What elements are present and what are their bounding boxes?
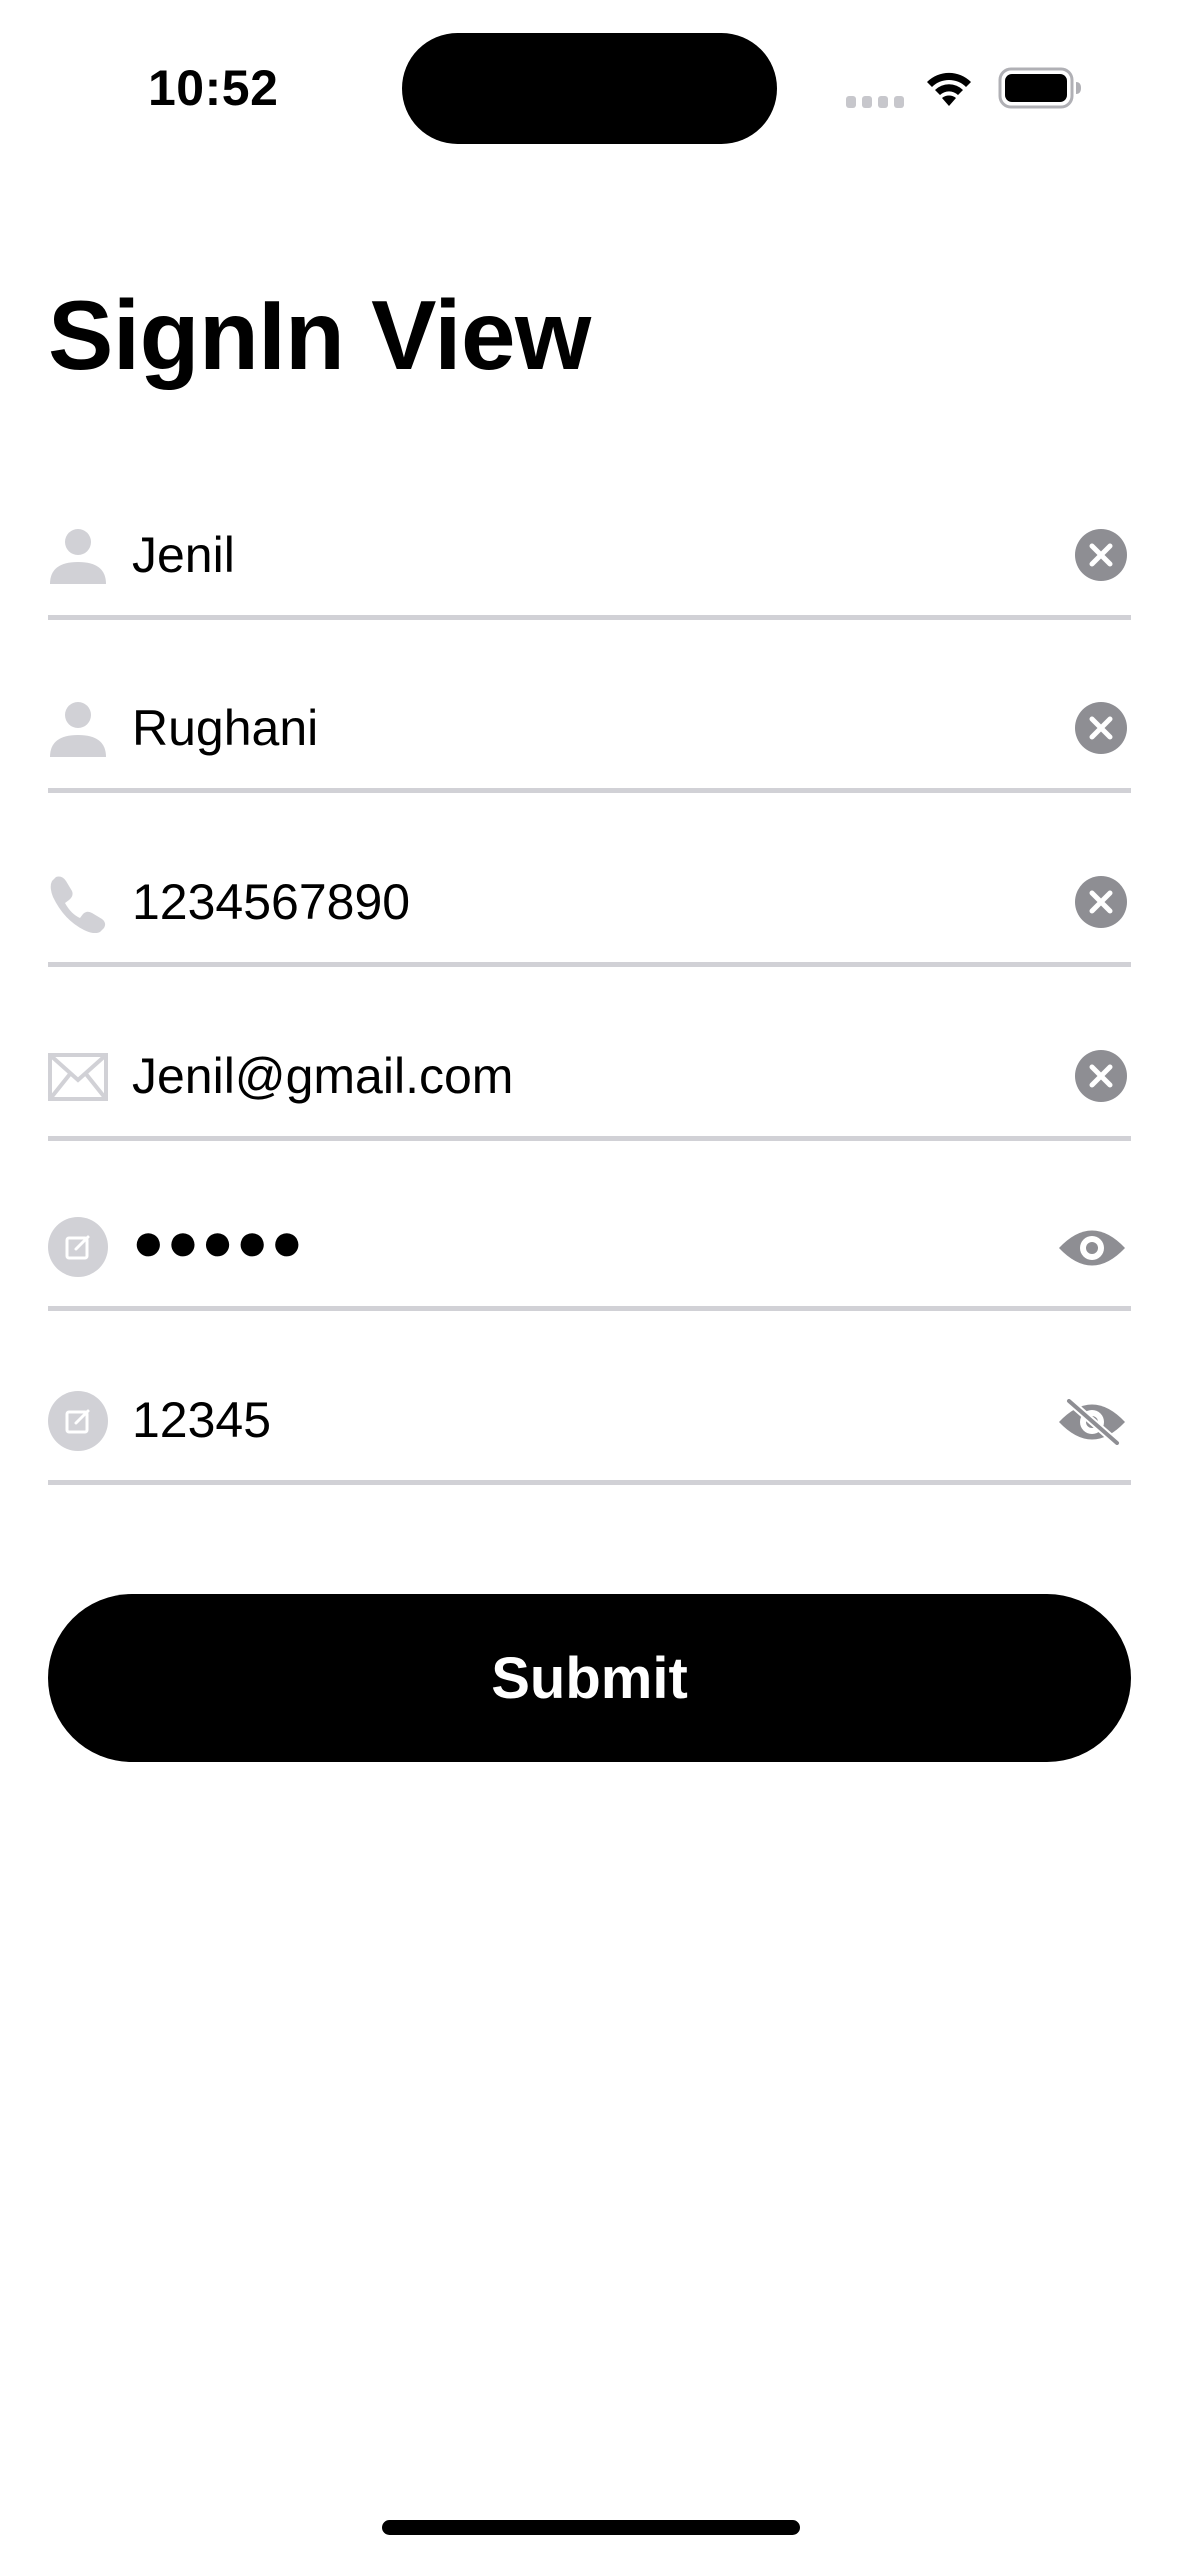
field-divider — [48, 1136, 1131, 1141]
envelope-icon — [48, 1053, 108, 1101]
clear-icon[interactable] — [1075, 1050, 1127, 1102]
edit-icon — [48, 1217, 108, 1277]
last-name-field[interactable]: Rughani — [48, 677, 1131, 793]
email-value[interactable]: Jenil@gmail.com — [132, 1045, 513, 1107]
wifi-icon — [927, 72, 971, 106]
clear-icon[interactable] — [1075, 876, 1127, 928]
field-divider — [48, 615, 1131, 620]
home-indicator[interactable] — [382, 2520, 800, 2535]
dynamic-island — [402, 33, 777, 144]
status-time: 10:52 — [148, 60, 279, 116]
password-field[interactable]: ●●●●● — [48, 1195, 1131, 1311]
field-divider — [48, 1480, 1131, 1485]
eye-slash-icon[interactable] — [1057, 1399, 1127, 1445]
last-name-value[interactable]: Rughani — [132, 697, 318, 759]
password-value[interactable]: ●●●●● — [132, 1211, 305, 1273]
battery-icon — [998, 67, 1081, 109]
first-name-field[interactable]: Jenil — [48, 504, 1131, 620]
edit-icon — [48, 1391, 108, 1451]
field-divider — [48, 962, 1131, 967]
phone-icon — [50, 876, 106, 933]
clear-icon[interactable] — [1075, 702, 1127, 754]
phone-field[interactable]: 1234567890 — [48, 851, 1131, 967]
confirm-password-value[interactable]: 12345 — [132, 1389, 271, 1451]
submit-button[interactable]: Submit — [48, 1594, 1131, 1762]
first-name-value[interactable]: Jenil — [132, 524, 235, 586]
email-field[interactable]: Jenil@gmail.com — [48, 1025, 1131, 1141]
person-icon — [50, 529, 106, 584]
field-divider — [48, 1306, 1131, 1311]
page-title: SignIn View — [48, 280, 591, 390]
cellular-signal-icon — [846, 96, 904, 108]
clear-icon[interactable] — [1075, 529, 1127, 581]
eye-icon[interactable] — [1057, 1225, 1127, 1271]
person-icon — [50, 702, 106, 757]
field-divider — [48, 788, 1131, 793]
confirm-password-field[interactable]: 12345 — [48, 1369, 1131, 1485]
phone-value[interactable]: 1234567890 — [132, 871, 410, 933]
